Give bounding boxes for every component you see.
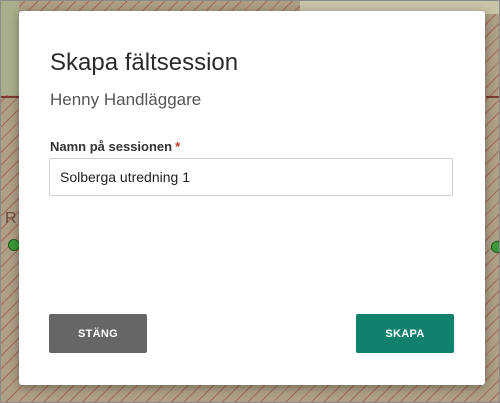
dialog-title: Skapa fältsession [50,49,239,76]
dialog-subtitle: Henny Handläggare [50,90,202,109]
create-button[interactable]: SKAPA [356,314,454,353]
required-marker: * [175,139,181,154]
session-name-input[interactable] [49,158,453,196]
map-marker-icon [491,241,500,253]
map-boundary-line [0,96,19,98]
map-area-left [0,0,19,95]
session-name-label-text: Namn på sessionen [50,139,173,154]
session-name-label: Namn på sessionen * [50,139,180,154]
map-label: R [5,210,17,227]
map-boundary-line-right [486,96,500,98]
create-field-session-dialog: Skapa fältsession Henny Handläggare Namn… [19,11,485,385]
close-button[interactable]: STÄNG [49,314,147,353]
